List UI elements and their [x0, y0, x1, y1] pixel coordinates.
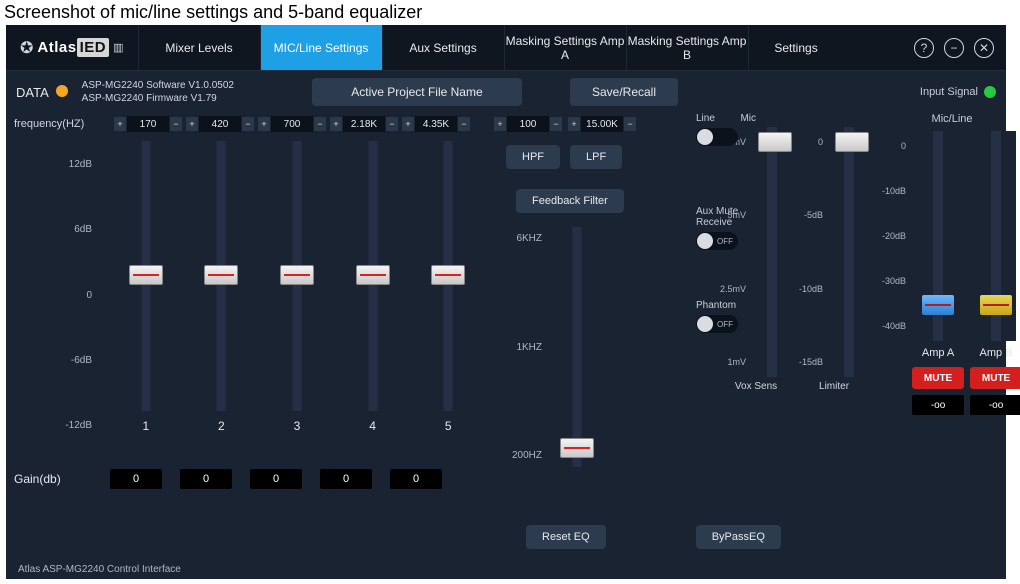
amp-a-slider[interactable]	[918, 131, 958, 341]
gain-4[interactable]: 0	[320, 469, 372, 489]
center-panel: +100− +15.00K− HPF LPF Feedback Filter 6…	[488, 113, 688, 467]
hpf-spinner[interactable]: +100−	[494, 116, 562, 132]
globe-icon: ✪	[20, 38, 33, 58]
tab-mic-line[interactable]: MIC/Line Settings	[260, 25, 382, 70]
amp-b-value: -oo	[970, 395, 1020, 415]
logo-text: AtlasIED	[37, 39, 109, 56]
lpf-spinner[interactable]: +15.00K−	[568, 116, 636, 132]
logo: ✪ AtlasIED ▥	[6, 25, 138, 70]
minimize-icon[interactable]: −	[944, 38, 964, 58]
right-cluster: Line Mic Aux Mute Receive OFF Phantom OF…	[696, 113, 996, 415]
feedback-filter-button[interactable]: Feedback Filter	[516, 189, 624, 213]
limiter-label: Limiter	[819, 381, 849, 392]
eq-slider-3[interactable]	[274, 141, 320, 411]
bypass-eq-button[interactable]: ByPassEQ	[696, 525, 781, 549]
freq-spinner-5[interactable]: +4.35K−	[402, 116, 470, 132]
footer-text: Atlas ASP-MG2240 Control Interface	[18, 564, 181, 575]
app-window: ✪ AtlasIED ▥ Mixer Levels MIC/Line Setti…	[6, 25, 1006, 579]
aux-mute-switch[interactable]: OFF	[696, 232, 738, 250]
eq-slider-1[interactable]	[123, 141, 169, 411]
tab-masking-a[interactable]: Masking Settings Amp A	[504, 25, 626, 70]
eq-db-scale: 12dB6dB0-6dB-12dB	[14, 141, 110, 461]
tab-mixer-levels[interactable]: Mixer Levels	[138, 25, 260, 70]
frequency-row: frequency(HZ) +170− +420− +700− +2.18K− …	[14, 113, 484, 135]
tab-masking-b[interactable]: Masking Settings Amp B	[626, 25, 748, 70]
info-row: DATA ASP-MG2240 Software V1.0.0502 ASP-M…	[6, 71, 1006, 113]
amp-b-slider[interactable]	[976, 131, 1016, 341]
amp-b-label: Amp B	[980, 347, 1013, 359]
vox-scale: 10mV5mV2.5mV1mV	[720, 127, 746, 377]
active-project-button[interactable]: Active Project File Name	[312, 78, 522, 106]
software-info: ASP-MG2240 Software V1.0.0502 ASP-MG2240…	[82, 79, 234, 105]
tab-aux-settings[interactable]: Aux Settings	[382, 25, 504, 70]
close-icon[interactable]: ✕	[974, 38, 994, 58]
amp-b-mute[interactable]: MUTE	[970, 367, 1020, 389]
eq-slider-4[interactable]	[350, 141, 396, 411]
hpf-button[interactable]: HPF	[506, 145, 560, 169]
feedback-slider[interactable]	[554, 227, 600, 467]
eq-slider-5[interactable]	[425, 141, 471, 411]
gain-3[interactable]: 0	[250, 469, 302, 489]
gain-label: Gain(db)	[14, 472, 92, 486]
gain-row: Gain(db) 0 0 0 0 0	[14, 469, 484, 489]
freq-spinner-3[interactable]: +700−	[258, 116, 326, 132]
vox-sens-label: Vox Sens	[735, 381, 777, 392]
eq-slider-2[interactable]	[198, 141, 244, 411]
gain-5[interactable]: 0	[390, 469, 442, 489]
gain-2[interactable]: 0	[180, 469, 232, 489]
lpf-button[interactable]: LPF	[570, 145, 622, 169]
freq-spinner-2[interactable]: +420−	[186, 116, 254, 132]
bars-icon: ▥	[113, 41, 123, 54]
reset-eq-button[interactable]: Reset EQ	[526, 525, 606, 549]
page-caption: Screenshot of mic/line settings and 5-ba…	[0, 0, 1020, 25]
freq-spinner-4[interactable]: +2.18K−	[330, 116, 398, 132]
feedback-scale: 6KHZ1KHZ200HZ	[512, 227, 542, 467]
freq-spinner-1[interactable]: +170−	[114, 116, 182, 132]
limiter-scale: 0-5dB-10dB-15dB	[799, 127, 823, 377]
input-signal-label: Input Signal	[920, 86, 978, 98]
tab-settings[interactable]: Settings	[748, 25, 844, 70]
top-bar: ✪ AtlasIED ▥ Mixer Levels MIC/Line Setti…	[6, 25, 1006, 71]
status-dot-orange	[56, 85, 68, 97]
data-label: DATA	[16, 85, 68, 100]
status-dot-green	[984, 86, 996, 98]
save-recall-button[interactable]: Save/Recall	[570, 78, 678, 106]
gain-1[interactable]: 0	[110, 469, 162, 489]
eq-section: frequency(HZ) +170− +420− +700− +2.18K− …	[14, 113, 484, 555]
help-icon[interactable]: ?	[914, 38, 934, 58]
vox-sens-slider[interactable]	[752, 127, 792, 377]
main-area: frequency(HZ) +170− +420− +700− +2.18K− …	[6, 113, 1006, 555]
amp-a-value: -oo	[912, 395, 964, 415]
frequency-label: frequency(HZ)	[14, 118, 110, 130]
amp-a-label: Amp A	[922, 347, 954, 359]
line-mic-switch[interactable]	[696, 128, 738, 146]
limiter-slider[interactable]	[829, 127, 869, 377]
phantom-switch[interactable]: OFF	[696, 315, 738, 333]
mic-line-label: Mic/Line	[882, 113, 1020, 125]
amp-a-mute[interactable]: MUTE	[912, 367, 964, 389]
amp-scale: 0-10dB-20dB-30dB-40dB	[882, 131, 906, 341]
